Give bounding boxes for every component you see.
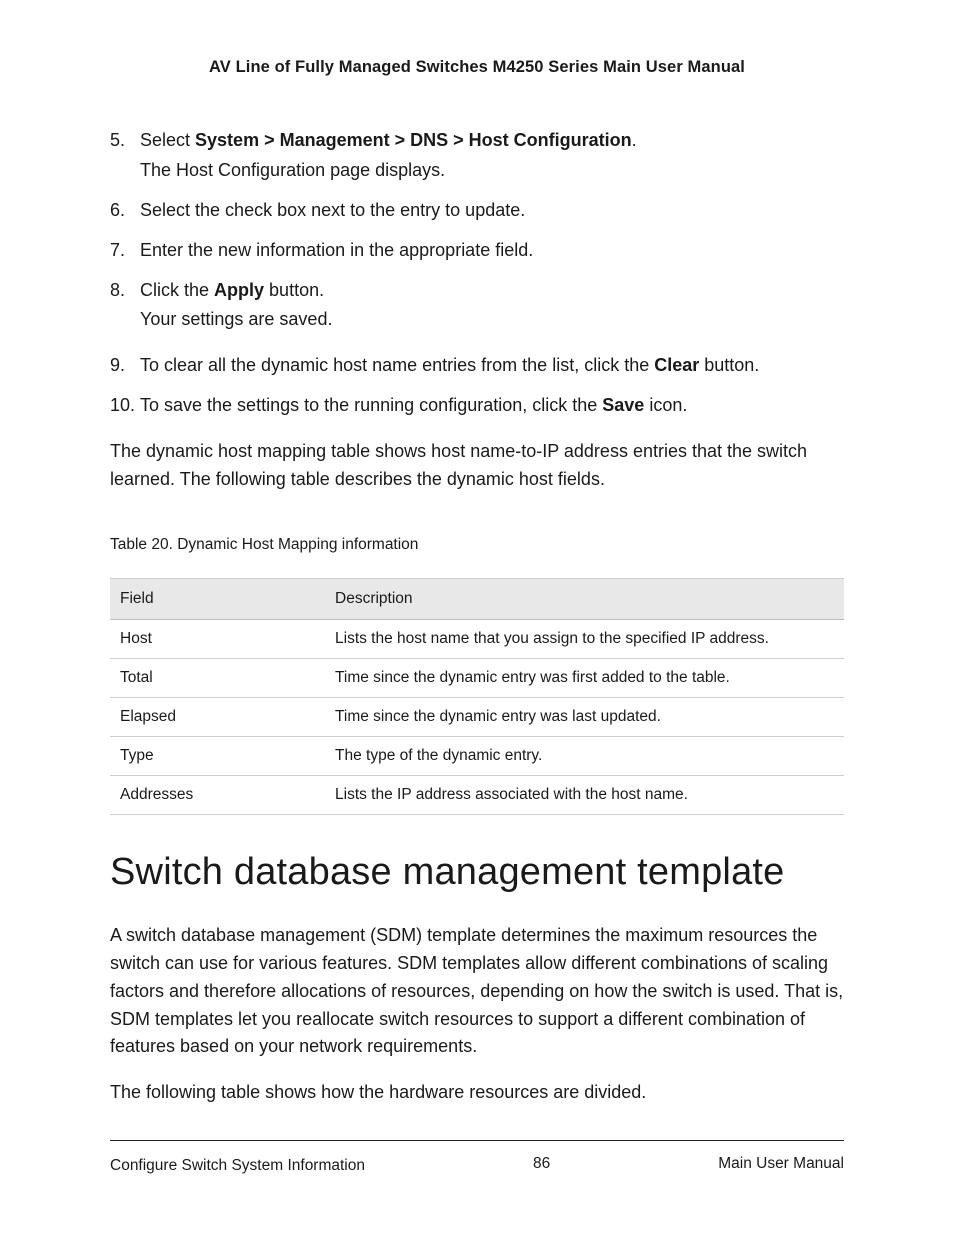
step-text-bold: Save (602, 395, 644, 415)
step-text-suffix: button. (699, 355, 759, 375)
paragraph-dynamic-host: The dynamic host mapping table shows hos… (110, 438, 844, 494)
step-10: 10. To save the settings to the running … (110, 392, 844, 420)
step-number: 5. (110, 127, 125, 155)
step-subtext: The Host Configuration page displays. (140, 157, 844, 185)
table-header-row: Field Description (110, 578, 844, 619)
footer-page-number: 86 (533, 1155, 550, 1177)
section-heading-sdm: Switch database management template (110, 851, 844, 894)
step-number: 8. (110, 277, 125, 305)
table-caption: Table 20. Dynamic Host Mapping informati… (110, 536, 844, 554)
table-cell-field: Host (110, 619, 325, 658)
step-text-prefix: To save the settings to the running conf… (140, 395, 602, 415)
page-header-title: AV Line of Fully Managed Switches M4250 … (110, 58, 844, 77)
step-number: 10. (110, 392, 135, 420)
paragraph-sdm-intro: A switch database management (SDM) templ… (110, 922, 844, 1061)
table-cell-desc: Lists the IP address associated with the… (325, 775, 844, 814)
step-number: 7. (110, 237, 125, 265)
table-cell-field: Elapsed (110, 697, 325, 736)
step-text-prefix: To clear all the dynamic host name entri… (140, 355, 654, 375)
table-row: Addresses Lists the IP address associate… (110, 775, 844, 814)
step-text-bold: Apply (214, 280, 264, 300)
step-text-bold: Clear (654, 355, 699, 375)
table-header-field: Field (110, 578, 325, 619)
footer-row: Configure Switch System Information 86 M… (110, 1155, 844, 1177)
table-cell-desc: The type of the dynamic entry. (325, 736, 844, 775)
step-number: 6. (110, 197, 125, 225)
step-5: 5. Select System > Management > DNS > Ho… (110, 127, 844, 185)
step-6: 6. Select the check box next to the entr… (110, 197, 844, 225)
step-text-suffix: button. (264, 280, 324, 300)
table-row: Elapsed Time since the dynamic entry was… (110, 697, 844, 736)
step-8: 8. Click the Apply button. Your settings… (110, 277, 844, 335)
steps-list: 5. Select System > Management > DNS > Ho… (110, 127, 844, 420)
footer-rule (110, 1140, 844, 1141)
table-row: Total Time since the dynamic entry was f… (110, 658, 844, 697)
paragraph-sdm-table-lead: The following table shows how the hardwa… (110, 1079, 844, 1107)
table-header-description: Description (325, 578, 844, 619)
step-text-suffix: icon. (644, 395, 687, 415)
table-cell-desc: Time since the dynamic entry was first a… (325, 658, 844, 697)
step-text-bold: System > Management > DNS > Host Configu… (195, 130, 632, 150)
table-row: Host Lists the host name that you assign… (110, 619, 844, 658)
page: AV Line of Fully Managed Switches M4250 … (0, 0, 954, 1235)
footer-manual-title: Main User Manual (718, 1155, 844, 1177)
table-cell-field: Addresses (110, 775, 325, 814)
table-cell-desc: Time since the dynamic entry was last up… (325, 697, 844, 736)
step-subtext: Your settings are saved. (140, 306, 844, 334)
step-number: 9. (110, 352, 125, 380)
page-footer: Configure Switch System Information 86 M… (110, 1140, 844, 1177)
step-text-prefix: Click the (140, 280, 214, 300)
step-7: 7. Enter the new information in the appr… (110, 237, 844, 265)
dynamic-host-table: Field Description Host Lists the host na… (110, 578, 844, 815)
step-text-prefix: Select (140, 130, 195, 150)
footer-section-title: Configure Switch System Information (110, 1155, 365, 1177)
step-text-prefix: Enter the new information in the appropr… (140, 240, 533, 260)
step-text-suffix: . (632, 130, 637, 150)
table-cell-field: Type (110, 736, 325, 775)
step-text-prefix: Select the check box next to the entry t… (140, 200, 525, 220)
table-cell-desc: Lists the host name that you assign to t… (325, 619, 844, 658)
table-row: Type The type of the dynamic entry. (110, 736, 844, 775)
table-cell-field: Total (110, 658, 325, 697)
step-9: 9. To clear all the dynamic host name en… (110, 352, 844, 380)
